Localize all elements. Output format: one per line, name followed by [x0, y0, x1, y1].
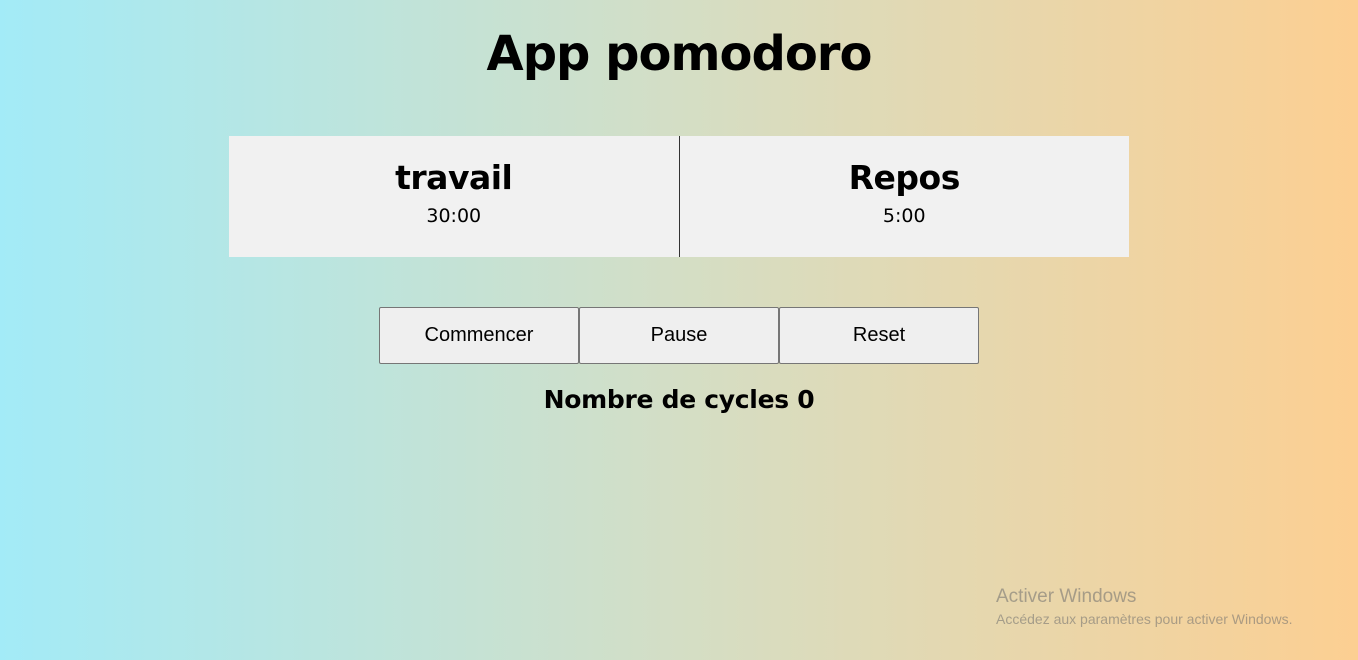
watermark-subtitle: Accédez aux paramètres pour activer Wind…	[996, 611, 1293, 627]
cycle-counter-value: 0	[797, 385, 815, 414]
pause-button[interactable]: Pause	[579, 307, 779, 364]
rest-timer: Repos 5:00	[680, 136, 1130, 257]
start-button[interactable]: Commencer	[379, 307, 579, 364]
timer-controls: Commencer Pause Reset	[379, 307, 979, 364]
watermark-title: Activer Windows	[996, 586, 1137, 607]
rest-timer-label: Repos	[848, 158, 961, 197]
page-title: App pomodoro	[486, 26, 873, 82]
work-timer-value: 30:00	[426, 205, 482, 227]
work-timer: travail 30:00	[229, 136, 680, 257]
windows-activation-watermark: Activer Windows Accédez aux paramètres p…	[996, 586, 1292, 630]
timers-panel: travail 30:00 Repos 5:00	[229, 136, 1129, 257]
rest-timer-value: 5:00	[882, 205, 926, 227]
reset-button[interactable]: Reset	[779, 307, 979, 364]
cycle-counter: Nombre de cycles 0	[0, 382, 1358, 418]
work-timer-label: travail	[395, 158, 513, 197]
cycle-counter-label: Nombre de cycles	[543, 385, 789, 414]
